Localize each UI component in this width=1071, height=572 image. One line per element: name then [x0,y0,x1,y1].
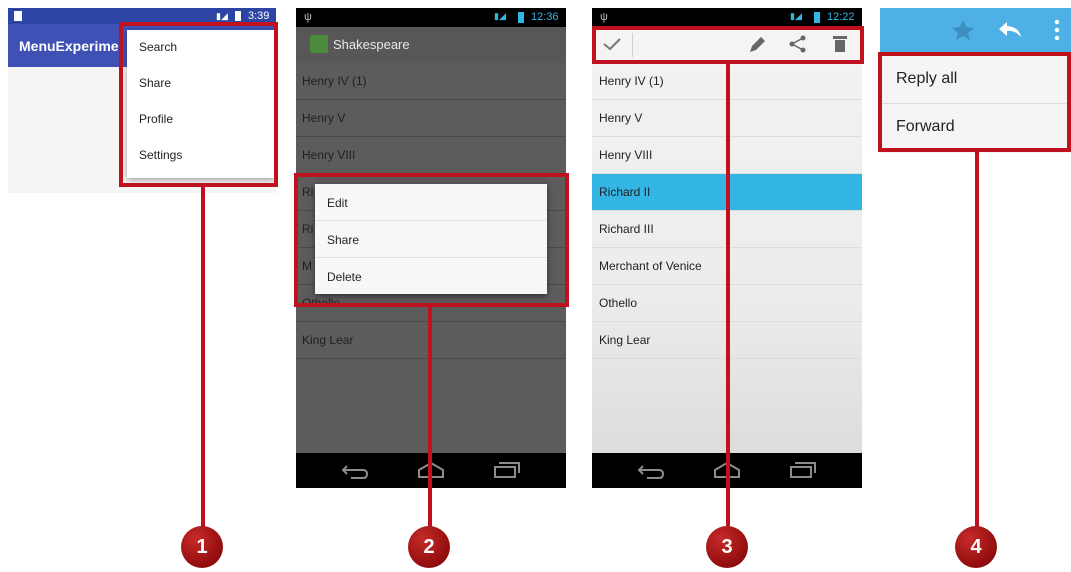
back-icon[interactable] [637,462,665,480]
status-time: 12:22 [827,11,855,23]
usb-icon: ψ [600,11,608,23]
list-item-label: Othello [599,296,638,310]
usb-icon: ψ [304,11,312,23]
app-logo-icon [310,35,328,53]
list-item-label: King Lear [599,333,651,347]
list-item[interactable]: Henry IV (1) [296,63,566,100]
battery-icon [235,11,241,21]
callout-line-3 [726,63,730,530]
star-icon[interactable] [951,19,975,41]
list-item-label: Richard II [599,185,651,199]
app-bar [880,8,1071,52]
callout-box-3 [592,26,864,64]
callout-badge-2: 2 [408,526,450,568]
status-time: 12:36 [531,11,559,23]
list-item[interactable]: Henry VIII [296,137,566,174]
list-item-label: Henry V [302,111,346,125]
list-item-label: Henry V [599,111,643,125]
callout-line-4 [975,151,979,530]
more-vert-icon[interactable] [1053,19,1061,41]
status-time: 3:39 [248,10,270,22]
signal-icon: ▮◢ [216,11,228,21]
battery-icon [814,12,820,23]
callout-box-2 [294,173,569,307]
recents-icon[interactable] [789,461,817,479]
app-title: Shakespeare [333,37,410,52]
list-item-label: Henry VIII [302,148,356,162]
callout-line-1 [201,186,205,530]
status-bar: ψ ▮◢ 12:36 [296,8,566,27]
recents-icon[interactable] [493,461,521,479]
list-item-label: Henry IV (1) [302,74,367,88]
app-title: MenuExperime [19,38,119,54]
app-bar: Shakespeare [296,27,566,63]
callout-badge-4: 4 [955,526,997,568]
list-item-label: Richard III [599,222,654,236]
battery-icon [518,12,524,23]
callout-box-4 [878,52,1071,152]
list-item-label: Merchant of Venice [599,259,702,273]
signal-icon: ▮◢ [494,11,506,21]
sd-card-icon [14,11,22,21]
signal-icon: ▮◢ [790,11,802,21]
callout-badge-3: 3 [706,526,748,568]
callout-box-1 [119,22,278,187]
list-item-label: Henry VIII [599,148,653,162]
back-icon[interactable] [341,462,369,480]
reply-icon[interactable] [997,20,1023,40]
callout-badge-1: 1 [181,526,223,568]
list-item[interactable]: Henry V [296,100,566,137]
list-item-label: Henry IV (1) [599,74,664,88]
callout-line-2 [428,306,432,530]
list-item-label: King Lear [302,333,354,347]
status-bar: ψ ▮◢ 12:22 [592,8,862,27]
